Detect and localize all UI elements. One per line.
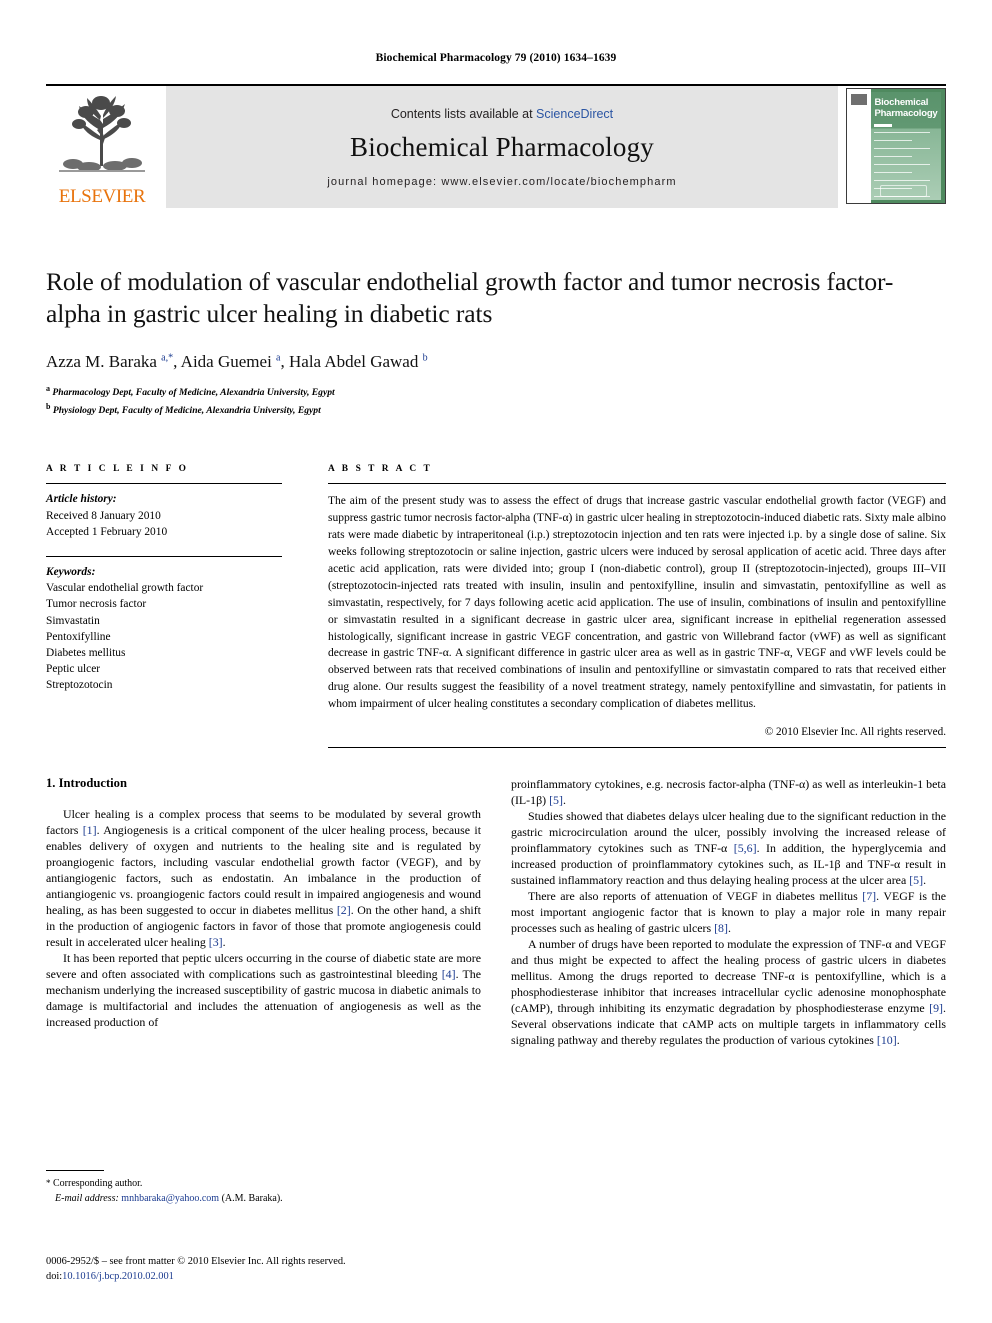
journal-homepage[interactable]: journal homepage: www.elsevier.com/locat… xyxy=(327,176,676,188)
doi-line: doi:10.1016/j.bcp.2010.02.001 xyxy=(46,1269,346,1285)
keyword-item: Pentoxifylline xyxy=(46,630,111,643)
corresponding-author-footnote: * Corresponding author. E-mail address: … xyxy=(46,1169,481,1206)
journal-title: Biochemical Pharmacology xyxy=(350,131,654,162)
affiliation-b-text: Physiology Dept, Faculty of Medicine, Al… xyxy=(52,405,321,417)
corresponding-author-line: * Corresponding author. xyxy=(46,1176,481,1191)
keywords-block: Keywords: Vascular endothelial growth fa… xyxy=(46,555,282,694)
author-list: Azza M. Baraka a,*, Aida Guemei a, Hala … xyxy=(46,352,428,372)
abstract-text: The aim of the present study was to asse… xyxy=(328,495,946,711)
cover-publisher-mark xyxy=(850,93,867,105)
doi-link[interactable]: 10.1016/j.bcp.2010.02.001 xyxy=(62,1271,174,1282)
page-title: Role of modulation of vascular endotheli… xyxy=(46,267,894,329)
introduction-section: 1. Introduction Ulcer healing is a compl… xyxy=(46,776,946,1206)
intro-paragraph: It has been reported that peptic ulcers … xyxy=(46,950,481,1029)
keyword-item: Diabetes mellitus xyxy=(46,646,126,659)
intro-paragraph: There are also reports of attenuation of… xyxy=(511,888,947,935)
article-history-label: Article history: xyxy=(46,493,117,506)
contents-prefix: Contents lists available at xyxy=(390,106,537,121)
article-info-column: A R T I C L E I N F O Article history: R… xyxy=(46,464,282,748)
intro-paragraph: Ulcer healing is a complex process that … xyxy=(46,806,481,949)
cover-title-line-2: Pharmacology xyxy=(874,108,938,120)
running-head: Biochemical Pharmacology 79 (2010) 1634–… xyxy=(375,52,617,64)
keyword-item: Vascular endothelial growth factor xyxy=(46,582,204,595)
front-matter-line: 0006-2952/$ – see front matter © 2010 El… xyxy=(46,1255,346,1267)
cover-text-lines xyxy=(874,132,939,198)
elsevier-tree-icon xyxy=(59,90,145,174)
elsevier-logo: ELSEVIER xyxy=(46,86,158,208)
intro-paragraph: Studies showed that diabetes delays ulce… xyxy=(511,808,946,887)
intro-paragraph: proinflammatory cytokines, e.g. necrosis… xyxy=(511,776,946,807)
keyword-item: Simvastatin xyxy=(46,614,100,627)
keyword-item: Peptic ulcer xyxy=(46,663,101,676)
accepted-date: Accepted 1 February 2010 xyxy=(46,525,168,538)
article-page: Biochemical Pharmacology 79 (2010) 1634–… xyxy=(0,0,992,1323)
title-block: Role of modulation of vascular endotheli… xyxy=(46,266,946,418)
body-column-right: proinflammatory cytokines, e.g. necrosis… xyxy=(511,776,946,1206)
received-date: Received 8 January 2010 xyxy=(46,509,161,522)
abstract-copyright: © 2010 Elsevier Inc. All rights reserved… xyxy=(764,725,946,738)
page-footer: 0006-2952/$ – see front matter © 2010 El… xyxy=(46,1254,346,1285)
article-info-heading: A R T I C L E I N F O xyxy=(46,464,189,475)
keywords-label: Keywords: xyxy=(46,565,96,578)
sciencedirect-link[interactable]: ScienceDirect xyxy=(536,107,613,121)
journal-band: Contents lists available at ScienceDirec… xyxy=(166,86,838,208)
email-link[interactable]: mnhbaraka@yahoo.com xyxy=(121,1193,219,1204)
section-heading-introduction: 1. Introduction xyxy=(46,775,127,790)
corresponding-author-text: Corresponding author. xyxy=(53,1177,143,1189)
journal-cover-thumbnail: Biochemical Pharmacology xyxy=(846,86,946,208)
affiliation-a: a Pharmacology Dept, Faculty of Medicine… xyxy=(46,384,335,399)
email-line: E-mail address: mnhbaraka@yahoo.com (A.M… xyxy=(46,1191,481,1206)
contents-available-line: Contents lists available at ScienceDirec… xyxy=(391,107,613,121)
email-owner: (A.M. Baraka). xyxy=(221,1192,283,1204)
abstract-column: A B S T R A C T The aim of the present s… xyxy=(328,464,946,748)
keyword-item: Streptozotocin xyxy=(46,679,113,692)
doi-label: doi: xyxy=(46,1271,63,1283)
abstract-heading: A B S T R A C T xyxy=(328,464,433,475)
email-label: E-mail address: xyxy=(55,1192,119,1204)
body-column-left: 1. Introduction Ulcer healing is a compl… xyxy=(46,776,481,1206)
journal-masthead: ELSEVIER Contents lists available at Sci… xyxy=(46,84,946,208)
cover-elsevier-mark xyxy=(880,185,928,198)
asterisk-icon: * xyxy=(46,1177,51,1188)
elsevier-wordmark: ELSEVIER xyxy=(58,186,146,207)
intro-paragraph: A number of drugs have been reported to … xyxy=(511,936,946,1047)
info-abstract-section: A R T I C L E I N F O Article history: R… xyxy=(46,464,946,748)
affiliation-a-text: Pharmacology Dept, Faculty of Medicine, … xyxy=(52,387,335,399)
affiliation-b: b Physiology Dept, Faculty of Medicine, … xyxy=(46,401,321,417)
keyword-item: Tumor necrosis factor xyxy=(46,598,147,611)
article-history: Article history: Received 8 January 2010… xyxy=(46,484,282,540)
